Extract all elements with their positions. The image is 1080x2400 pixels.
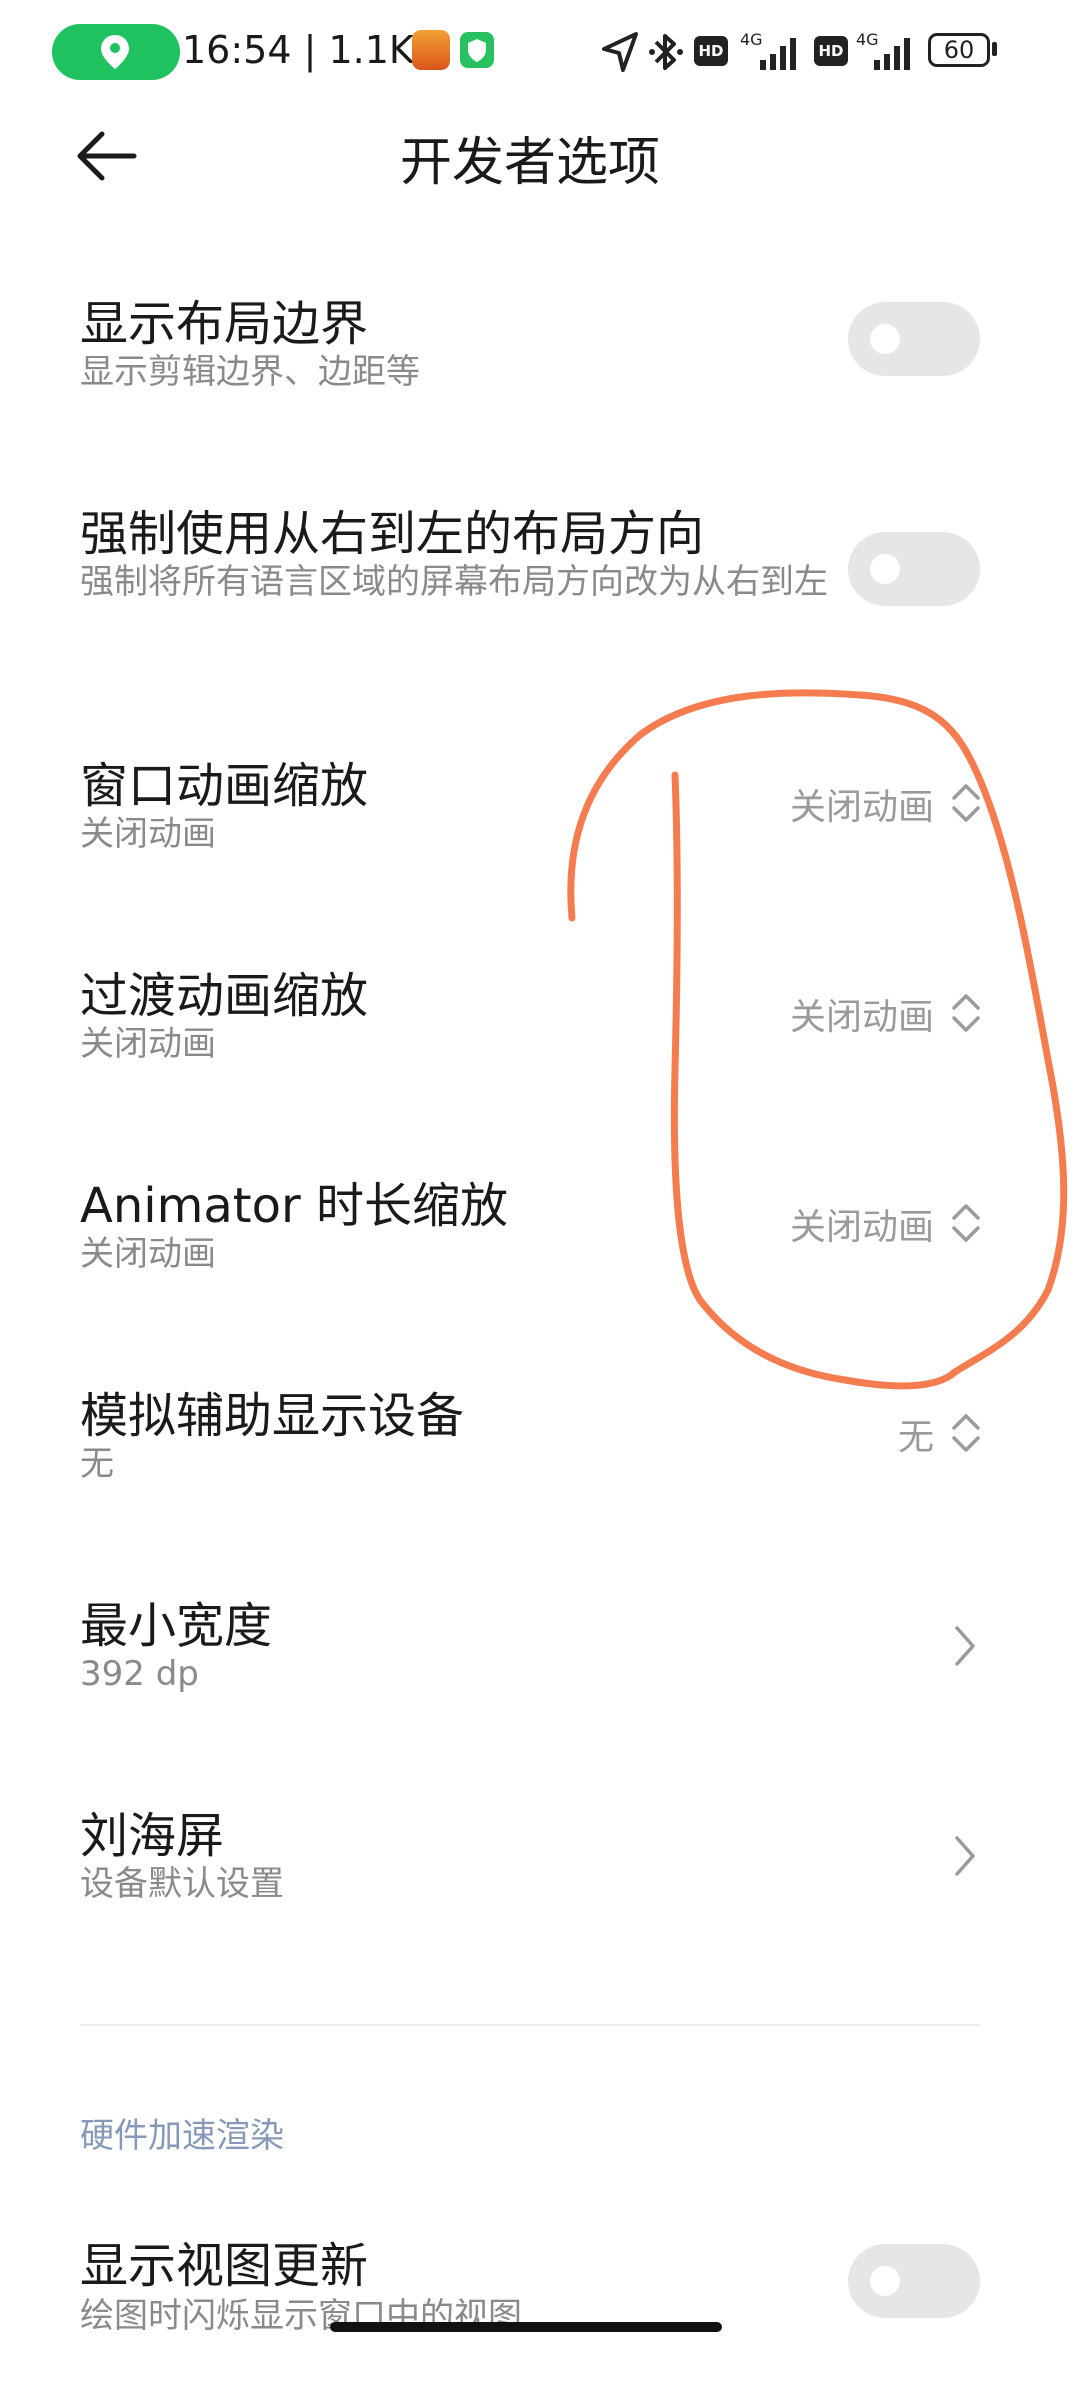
setting-title: 过渡动画缩放 (80, 968, 369, 1024)
battery-tip (992, 42, 997, 56)
setting-animator-duration-scale[interactable]: Animator 时长缩放 关闭动画 关闭动画 (0, 1160, 1080, 1300)
setting-value: 关闭动画 (789, 1207, 934, 1248)
hd-voice-icon: HD (814, 36, 848, 66)
toggle-knob (870, 324, 900, 354)
shield-icon (460, 32, 494, 68)
up-down-chevron-icon (952, 994, 980, 1032)
setting-title: 最小宽度 (80, 1598, 273, 1654)
bluetooth-icon (649, 34, 683, 70)
setting-title: Animator 时长缩放 (80, 1178, 508, 1234)
setting-subtitle: 关闭动画 (80, 1234, 216, 1274)
setting-subtitle: 显示剪辑边界、边距等 (80, 352, 420, 392)
navigation-arrow-icon (602, 32, 638, 72)
setting-subtitle: 设备默认设置 (80, 1864, 284, 1904)
app-notification-icon (412, 30, 450, 70)
home-indicator[interactable] (330, 2322, 722, 2332)
setting-show-view-updates[interactable]: 显示视图更新 绘图时闪烁显示窗口中的视图 (0, 2220, 1080, 2400)
setting-subtitle: 392 dp (80, 1654, 199, 1694)
up-down-chevron-icon (952, 1204, 980, 1242)
status-bar: 16:54 | 1.1K/s HD 4G HD 4G 60 (0, 0, 1080, 100)
signal-icon (874, 38, 910, 70)
setting-value: 关闭动画 (789, 787, 934, 828)
setting-title: 显示视图更新 (80, 2238, 369, 2294)
signal-icon (760, 38, 796, 70)
toggle-knob (870, 554, 900, 584)
setting-title: 显示布局边界 (80, 296, 369, 352)
toggle-switch[interactable] (848, 302, 980, 376)
setting-simulate-secondary-display[interactable]: 模拟辅助显示设备 无 无 (0, 1370, 1080, 1510)
setting-smallest-width[interactable]: 最小宽度 392 dp (0, 1580, 1080, 1720)
setting-notch[interactable]: 刘海屏 设备默认设置 (0, 1790, 1080, 1930)
toggle-switch[interactable] (848, 2244, 980, 2318)
page-title: 开发者选项 (399, 133, 660, 193)
setting-window-animation-scale[interactable]: 窗口动画缩放 关闭动画 关闭动画 (0, 740, 1080, 880)
toggle-knob (870, 2266, 900, 2296)
up-down-chevron-icon (952, 784, 980, 822)
setting-title: 刘海屏 (80, 1808, 225, 1864)
setting-subtitle: 强制将所有语言区域的屏幕布局方向改为从右到左 (80, 562, 828, 602)
setting-value: 关闭动画 (789, 997, 934, 1038)
chevron-right-icon (955, 1836, 975, 1876)
setting-show-layout-bounds[interactable]: 显示布局边界 显示剪辑边界、边距等 (0, 270, 1080, 430)
setting-transition-animation-scale[interactable]: 过渡动画缩放 关闭动画 关闭动画 (0, 950, 1080, 1090)
toggle-switch[interactable] (848, 532, 980, 606)
section-header: 硬件加速渲染 (80, 2116, 284, 2156)
setting-force-rtl[interactable]: 强制使用从右到左的布局方向 强制将所有语言区域的屏幕布局方向改为从右到左 (0, 480, 1080, 670)
hd-voice-icon: HD (694, 36, 728, 66)
setting-title: 窗口动画缩放 (80, 758, 369, 814)
section-divider (80, 2024, 980, 2026)
battery-icon: 60 (928, 33, 990, 67)
setting-title: 强制使用从右到左的布局方向 (80, 506, 705, 562)
location-pill[interactable] (52, 24, 180, 80)
setting-subtitle: 关闭动画 (80, 814, 216, 854)
setting-title: 模拟辅助显示设备 (80, 1388, 465, 1444)
location-pin-icon (101, 35, 129, 69)
setting-subtitle: 无 (80, 1444, 114, 1484)
chevron-right-icon (955, 1626, 975, 1666)
setting-subtitle: 关闭动画 (80, 1024, 216, 1064)
setting-value: 无 (897, 1417, 934, 1458)
up-down-chevron-icon (952, 1414, 980, 1452)
status-time-speed: 16:54 | 1.1K/s (182, 28, 447, 72)
